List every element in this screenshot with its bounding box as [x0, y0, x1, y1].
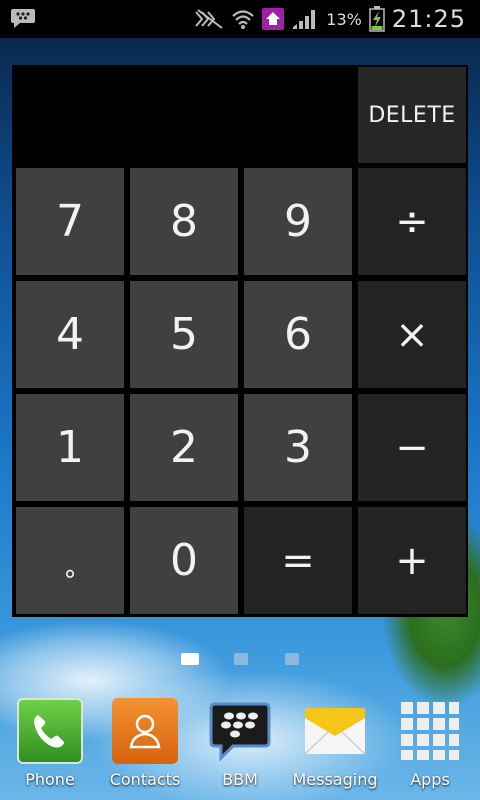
key-1[interactable]: 1: [16, 394, 124, 501]
home-icon: [262, 8, 285, 30]
dock-item-phone[interactable]: Phone: [5, 690, 95, 795]
page-dot-3[interactable]: [285, 653, 299, 665]
key-3[interactable]: 3: [244, 394, 352, 501]
battery-percent: 13%: [326, 9, 362, 29]
bbm-icon: [207, 698, 273, 764]
page-dot-2[interactable]: [234, 653, 248, 665]
signal-icon: [291, 7, 319, 31]
key-minus[interactable]: −: [358, 394, 466, 501]
page-dot-1[interactable]: [181, 653, 199, 665]
contacts-icon: [112, 698, 178, 764]
key-8[interactable]: 8: [130, 168, 238, 275]
status-clock: 21:25: [391, 5, 466, 33]
dock-label-contacts: Contacts: [109, 770, 181, 789]
bbm-notification-icon: [10, 7, 36, 29]
key-4[interactable]: 4: [16, 281, 124, 388]
page-indicator: [0, 650, 480, 668]
key-5[interactable]: 5: [130, 281, 238, 388]
key-multiply[interactable]: ×: [358, 281, 466, 388]
dock-item-apps[interactable]: Apps: [385, 690, 475, 795]
apps-grid-icon: [397, 698, 463, 764]
battery-charging-icon: [369, 6, 385, 32]
wifi-icon: [231, 8, 255, 30]
app-dock: Phone Contacts BBM Messaging Apps: [0, 690, 480, 800]
status-bar[interactable]: 13% 21:25: [0, 0, 480, 38]
delete-button[interactable]: DELETE: [358, 67, 466, 163]
key-decimal[interactable]: ∘: [16, 507, 124, 614]
phone-icon: [17, 698, 83, 764]
dock-item-messaging[interactable]: Messaging: [290, 690, 380, 795]
key-equals[interactable]: =: [244, 507, 352, 614]
mute-icon: [194, 8, 224, 30]
dock-item-contacts[interactable]: Contacts: [100, 690, 190, 795]
calculator-widget: DELETE 7 8 9 ÷ 4 5 6 × 1 2 3 − ∘ 0 = +: [12, 65, 468, 617]
key-9[interactable]: 9: [244, 168, 352, 275]
key-7[interactable]: 7: [16, 168, 124, 275]
dock-label-apps: Apps: [410, 770, 450, 789]
dock-label-bbm: BBM: [222, 770, 258, 789]
key-0[interactable]: 0: [130, 507, 238, 614]
messaging-icon: [302, 698, 368, 764]
key-plus[interactable]: +: [358, 507, 466, 614]
key-divide[interactable]: ÷: [358, 168, 466, 275]
dock-item-bbm[interactable]: BBM: [195, 690, 285, 795]
key-2[interactable]: 2: [130, 394, 238, 501]
key-6[interactable]: 6: [244, 281, 352, 388]
dock-label-messaging: Messaging: [292, 770, 378, 789]
calculator-display: [14, 67, 354, 163]
